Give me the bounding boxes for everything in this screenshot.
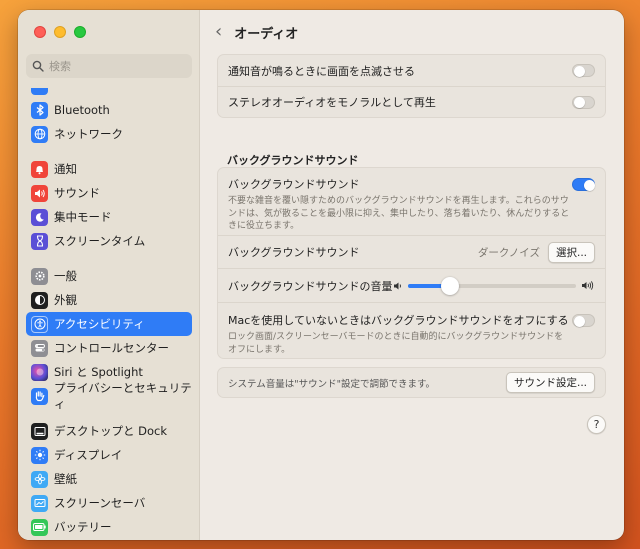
appearance-icon — [31, 291, 48, 309]
sidebar-item-general[interactable]: 一般 — [26, 264, 192, 288]
bg-sound-label: バックグラウンドサウンド — [228, 178, 360, 191]
sidebar-item-wallpaper[interactable]: 壁紙 — [26, 467, 192, 491]
system-volume-note: システム音量は"サウンド"設定で調節できます。 — [228, 378, 436, 390]
settings-window: Bluetooth ネットワーク 通知 サウンド — [18, 10, 624, 540]
sidebar-item-control-center[interactable]: コントロールセンター — [26, 336, 192, 360]
sidebar: Bluetooth ネットワーク 通知 サウンド — [18, 10, 200, 540]
sidebar-item-label: デスクトップと Dock — [54, 424, 168, 438]
volume-high-icon — [582, 281, 594, 290]
sidebar-item-focus[interactable]: 集中モード — [26, 205, 192, 229]
sidebar-item-desktop-dock[interactable]: デスクトップと Dock — [26, 419, 192, 443]
main-pane: ‹ オーディオ 通知音が鳴るときに画面を点滅させる ステレオオーディオをモノラル… — [201, 10, 624, 540]
bluetooth-icon — [31, 101, 48, 119]
background-sound-group: バックグラウンドサウンド 不要な雑音を覆い隠すためのバックグラウンドサウンドを再… — [217, 167, 606, 359]
sidebar-item-label: アクセシビリティ — [54, 317, 145, 331]
speaker-icon — [31, 184, 48, 202]
window-controls — [34, 26, 86, 38]
dock-icon — [31, 422, 48, 440]
mono-audio-toggle[interactable] — [572, 95, 595, 109]
page-title: オーディオ — [234, 26, 299, 42]
sidebar-item-sound[interactable]: サウンド — [26, 181, 192, 205]
bg-sound-choice-value: ダークノイズ — [477, 246, 540, 259]
search-icon — [32, 60, 44, 72]
sidebar-item-partial[interactable] — [26, 88, 192, 98]
sidebar-item-label: 一般 — [54, 269, 77, 283]
mac-idle-description: ロック画面/スクリーンセーバモードのときに自動的にバックグラウンドサウンドをオフ… — [228, 332, 564, 355]
volume-track[interactable] — [408, 276, 576, 295]
sidebar-item-label: 外観 — [54, 293, 77, 307]
flash-screen-row: 通知音が鳴るときに画面を点滅させる — [218, 55, 605, 86]
moon-icon — [31, 208, 48, 226]
bg-sound-toggle[interactable] — [572, 178, 595, 191]
sidebar-item-screen-saver[interactable]: スクリーンセーバ — [26, 491, 192, 515]
sidebar-item-displays[interactable]: ディスプレイ — [26, 443, 192, 467]
siri-icon — [31, 363, 48, 381]
battery-icon — [31, 518, 48, 536]
sidebar-item-bluetooth[interactable]: Bluetooth — [26, 98, 192, 122]
audio-options-group: 通知音が鳴るときに画面を点滅させる ステレオオーディオをモノラルとして再生 — [217, 54, 606, 118]
apple-id-icon — [31, 88, 48, 95]
sidebar-item-label: サウンド — [54, 186, 100, 200]
flash-screen-label: 通知音が鳴るときに画面を点滅させる — [228, 64, 415, 78]
system-volume-row: システム音量は"サウンド"設定で調節できます。 サウンド設定... — [218, 368, 605, 397]
sidebar-item-label: 集中モード — [54, 210, 112, 224]
sidebar-item-battery[interactable]: バッテリー — [26, 515, 192, 539]
toolbar: ‹ オーディオ — [201, 10, 624, 54]
bg-sound-choice-label: バックグラウンドサウンド — [228, 246, 360, 259]
sidebar-item-label: Siri と Spotlight — [54, 365, 143, 379]
volume-thumb[interactable] — [441, 276, 459, 295]
gear-icon — [31, 267, 48, 285]
flower-icon — [31, 470, 48, 488]
bg-sound-row: バックグラウンドサウンド 不要な雑音を覆い隠すためのバックグラウンドサウンドを再… — [218, 168, 605, 235]
back-chevron-icon[interactable]: ‹ — [215, 23, 222, 41]
mono-audio-label: ステレオオーディオをモノラルとして再生 — [228, 96, 436, 109]
bg-volume-label: バックグラウンドサウンドの音量 — [228, 279, 393, 293]
sidebar-item-label: ネットワーク — [54, 127, 123, 141]
sidebar-item-label: コントロールセンター — [54, 341, 169, 355]
zoom-button[interactable] — [74, 26, 86, 38]
sidebar-item-label: ディスプレイ — [54, 448, 123, 462]
sidebar-item-label: 壁紙 — [54, 472, 77, 486]
sidebar-item-network[interactable]: ネットワーク — [26, 122, 192, 146]
sidebar-nav: Bluetooth ネットワーク 通知 サウンド 集中モード スクリーンタイム … — [18, 88, 200, 539]
volume-low-icon — [394, 282, 401, 289]
hand-icon — [31, 387, 48, 405]
globe-icon — [31, 125, 48, 143]
close-button[interactable] — [34, 26, 46, 38]
sidebar-item-label: スクリーンセーバ — [54, 496, 146, 510]
bg-sound-description: 不要な雑音を覆い隠すためのバックグラウンドサウンドを再生します。これらのサウンド… — [228, 196, 570, 231]
choose-sound-button[interactable]: 選択... — [547, 241, 595, 263]
accessibility-icon — [31, 315, 48, 333]
search-box[interactable] — [26, 54, 192, 78]
sidebar-item-accessibility[interactable]: アクセシビリティ — [26, 312, 192, 336]
sun-icon — [31, 446, 48, 464]
control-center-icon — [31, 339, 48, 357]
bg-volume-slider[interactable] — [393, 276, 595, 295]
help-button[interactable]: ? — [587, 415, 606, 434]
mac-idle-row: Macを使用していないときはバックグラウンドサウンドをオフにする ロック画面/ス… — [218, 302, 605, 358]
sidebar-item-notifications[interactable]: 通知 — [26, 157, 192, 181]
sidebar-item-label: バッテリー — [54, 520, 112, 534]
sidebar-item-label: 通知 — [54, 162, 77, 176]
system-volume-group: システム音量は"サウンド"設定で調節できます。 サウンド設定... — [217, 367, 606, 398]
mac-idle-label: Macを使用していないときはバックグラウンドサウンドをオフにする — [228, 314, 569, 327]
hourglass-icon — [31, 232, 48, 250]
flash-screen-toggle[interactable] — [572, 64, 595, 77]
sidebar-item-privacy-security[interactable]: プライバシーとセキュリティ — [26, 381, 192, 411]
mono-audio-row: ステレオオーディオをモノラルとして再生 — [218, 86, 605, 117]
mac-idle-toggle[interactable] — [572, 314, 595, 327]
sidebar-item-label: プライバシーとセキュリティ — [54, 381, 192, 411]
sidebar-item-appearance[interactable]: 外観 — [26, 288, 192, 312]
bg-volume-row: バックグラウンドサウンドの音量 — [218, 268, 605, 302]
search-input[interactable] — [49, 59, 179, 73]
sidebar-item-screen-time[interactable]: スクリーンタイム — [26, 229, 192, 253]
bg-sound-choice-row: バックグラウンドサウンド ダークノイズ 選択... — [218, 235, 605, 268]
bell-icon — [31, 160, 48, 178]
minimize-button[interactable] — [54, 26, 66, 38]
section-title: バックグラウンドサウンド — [227, 154, 359, 167]
screensaver-icon — [31, 494, 48, 512]
sidebar-item-label: スクリーンタイム — [54, 234, 146, 248]
sidebar-item-label: Bluetooth — [54, 103, 110, 117]
sound-settings-button[interactable]: サウンド設定... — [505, 372, 595, 393]
